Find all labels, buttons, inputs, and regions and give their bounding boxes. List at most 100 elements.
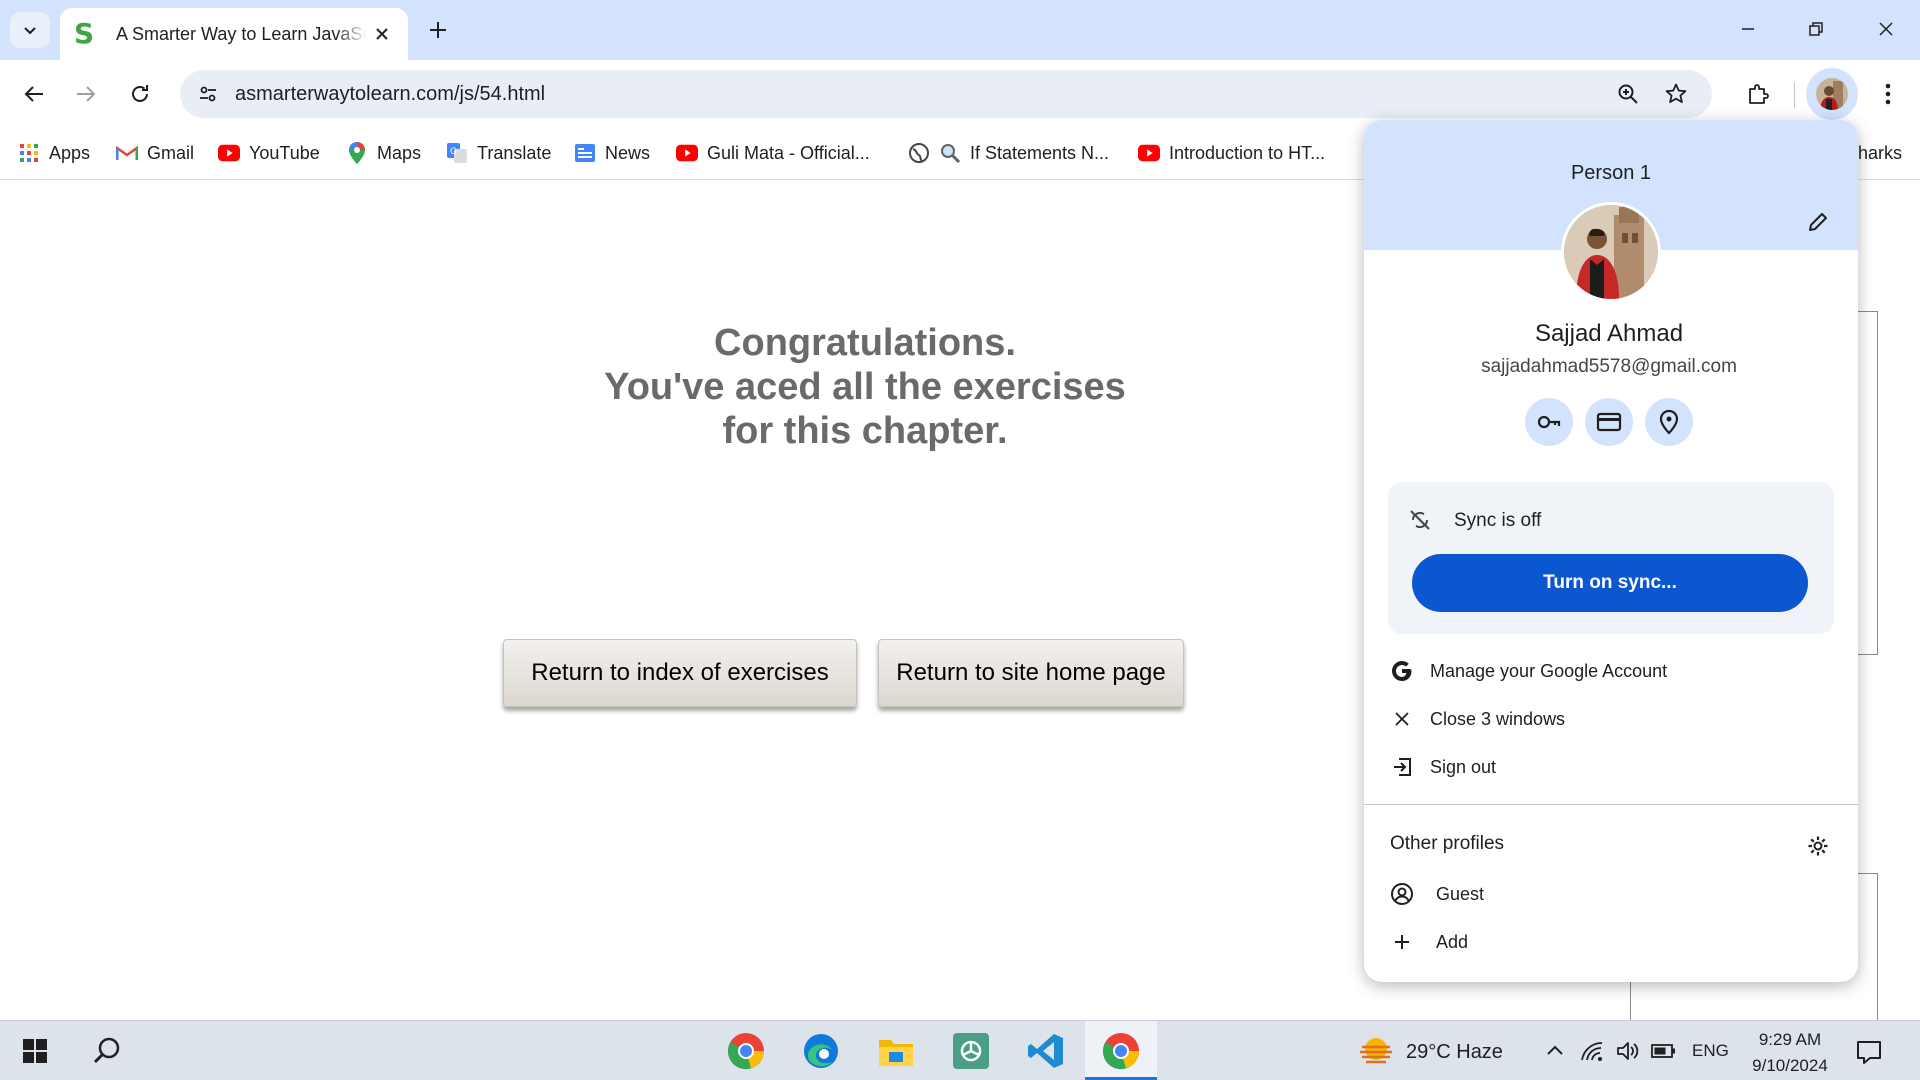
bookmark-youtube[interactable]: YouTube — [218, 138, 320, 168]
other-profiles-heading: Other profiles — [1390, 833, 1505, 854]
browser-toolbar: asmarterwaytolearn.com/js/54.html — [0, 60, 1920, 128]
chrome-menu-button[interactable] — [1870, 74, 1906, 114]
battery-icon — [1651, 1044, 1675, 1058]
bookmark-label: News — [605, 142, 651, 163]
manage-profiles-button[interactable] — [1804, 832, 1832, 860]
bookmark-maps[interactable]: Maps — [346, 138, 421, 168]
youtube-icon — [218, 142, 240, 164]
close-icon — [1879, 22, 1893, 36]
taskbar-chrome-active[interactable] — [1096, 1027, 1146, 1075]
taskbar-file-explorer[interactable] — [871, 1027, 921, 1075]
taskbar-vscode[interactable] — [1021, 1027, 1071, 1075]
news-icon — [574, 142, 596, 164]
youtube-icon — [1138, 142, 1160, 164]
taskbar-chrome[interactable] — [721, 1027, 771, 1075]
notifications-button[interactable] — [1852, 1035, 1886, 1069]
reload-button[interactable] — [120, 74, 160, 114]
chevron-up-icon — [1547, 1045, 1563, 1055]
new-tab-button[interactable] — [422, 14, 454, 46]
bookmark-apps[interactable]: Apps — [18, 138, 90, 168]
clock-date: 9/10/2024 — [1752, 1056, 1828, 1075]
guest-profile-icon — [1390, 882, 1414, 906]
chevron-down-icon — [24, 27, 36, 35]
bookmark-translate[interactable]: G Translate — [446, 138, 551, 168]
add-profile-item[interactable]: Add — [1364, 922, 1858, 962]
bookmark-label: Maps — [377, 142, 422, 163]
bookmark-guli-mata[interactable]: Guli Mata - Official... — [676, 138, 870, 168]
edit-profile-button[interactable] — [1802, 206, 1834, 238]
tab-title: A Smarter Way to Learn JavaScript — [116, 23, 366, 44]
bookmark-label: Introduction to HT... — [1169, 142, 1326, 163]
zoom-button[interactable] — [1612, 78, 1644, 110]
menu-item-label: Sign out — [1430, 756, 1497, 777]
chrome-icon — [1102, 1033, 1139, 1070]
congrats-line: You've aced all the exercises — [604, 366, 1126, 408]
arrow-right-icon — [77, 86, 96, 102]
show-hidden-icons-button[interactable] — [1541, 1037, 1569, 1065]
bookmark-gmail[interactable]: Gmail — [116, 138, 194, 168]
forward-button[interactable] — [66, 74, 106, 114]
start-button[interactable] — [10, 1027, 60, 1075]
close-windows-item[interactable]: Close 3 windows — [1364, 699, 1858, 739]
taskbar-chatgpt[interactable] — [946, 1027, 996, 1075]
extensions-button[interactable] — [1738, 74, 1778, 114]
back-button[interactable] — [14, 74, 54, 114]
vscode-icon — [1028, 1034, 1063, 1068]
sync-off-icon — [1408, 508, 1432, 532]
speaker-icon — [1617, 1042, 1639, 1060]
all-bookmarks-label[interactable]: harks — [1858, 138, 1902, 168]
tab-search-button[interactable] — [10, 12, 50, 48]
manage-google-account-item[interactable]: Manage your Google Account — [1364, 651, 1858, 691]
taskbar-edge[interactable] — [796, 1027, 846, 1075]
reload-icon — [132, 85, 148, 102]
zoom-in-icon — [1618, 84, 1638, 104]
weather-text[interactable]: 29°C Haze — [1406, 1041, 1503, 1064]
sign-out-icon — [1390, 755, 1414, 779]
tab-strip: S A Smarter Way to Learn JavaScript — [0, 0, 1920, 60]
haze-weather-icon[interactable] — [1358, 1033, 1394, 1069]
addresses-button[interactable] — [1645, 398, 1693, 446]
restore-button[interactable] — [1792, 8, 1840, 50]
site-favicon-icon: S — [74, 17, 95, 50]
guest-profile-item[interactable]: Guest — [1364, 874, 1858, 914]
input-language[interactable]: ENG — [1692, 1041, 1729, 1061]
menu-item-label: Manage your Google Account — [1430, 660, 1668, 681]
profile-menu-popup: Person 1 Sajjad Ahmad sajjadahmad5578@gm… — [1364, 120, 1858, 982]
return-to-index-button[interactable]: Return to index of exercises — [503, 639, 857, 707]
youtube-icon — [676, 142, 698, 164]
bookmark-star-button[interactable] — [1660, 78, 1692, 110]
clock-time: 9:29 AM — [1758, 1030, 1822, 1049]
system-clock[interactable]: 9:29 AM 9/10/2024 — [1740, 1027, 1840, 1079]
address-bar[interactable]: asmarterwaytolearn.com/js/54.html — [180, 70, 1712, 118]
profile-photo — [1564, 205, 1658, 299]
active-tab[interactable]: S A Smarter Way to Learn JavaScript — [60, 8, 408, 60]
tab-close-button[interactable] — [372, 24, 392, 44]
arrow-left-icon — [24, 86, 43, 102]
return-to-home-button[interactable]: Return to site home page — [878, 639, 1184, 707]
taskbar-search-button[interactable] — [82, 1027, 132, 1075]
sign-out-item[interactable]: Sign out — [1364, 747, 1858, 787]
bookmark-if-statements[interactable]: If Statements N... — [908, 138, 1109, 168]
network-button[interactable] — [1578, 1037, 1606, 1065]
toolbar-divider — [1794, 82, 1795, 108]
payment-methods-button[interactable] — [1585, 398, 1633, 446]
profile-button[interactable] — [1806, 68, 1858, 120]
turn-on-sync-button[interactable]: Turn on sync... — [1412, 554, 1808, 612]
passwords-button[interactable] — [1525, 398, 1573, 446]
bookmark-introduction[interactable]: Introduction to HT... — [1138, 138, 1325, 168]
wifi-icon — [1581, 1042, 1603, 1061]
window-close-button[interactable] — [1862, 8, 1910, 50]
plus-icon — [1390, 930, 1414, 954]
bookmark-label: Translate — [477, 142, 552, 163]
chrome-icon — [727, 1033, 764, 1070]
url-text[interactable]: asmarterwaytolearn.com/js/54.html — [235, 83, 545, 106]
site-info-button[interactable] — [190, 76, 226, 112]
battery-button[interactable] — [1650, 1037, 1678, 1065]
volume-button[interactable] — [1614, 1037, 1642, 1065]
congratulations-message: Congratulations. You've aced all the exe… — [565, 321, 1165, 453]
minimize-button[interactable] — [1724, 8, 1772, 50]
bookmark-label: If Statements N... — [970, 142, 1110, 163]
close-icon — [376, 28, 388, 40]
bookmark-news[interactable]: News — [574, 138, 650, 168]
credit-card-icon — [1596, 412, 1622, 432]
